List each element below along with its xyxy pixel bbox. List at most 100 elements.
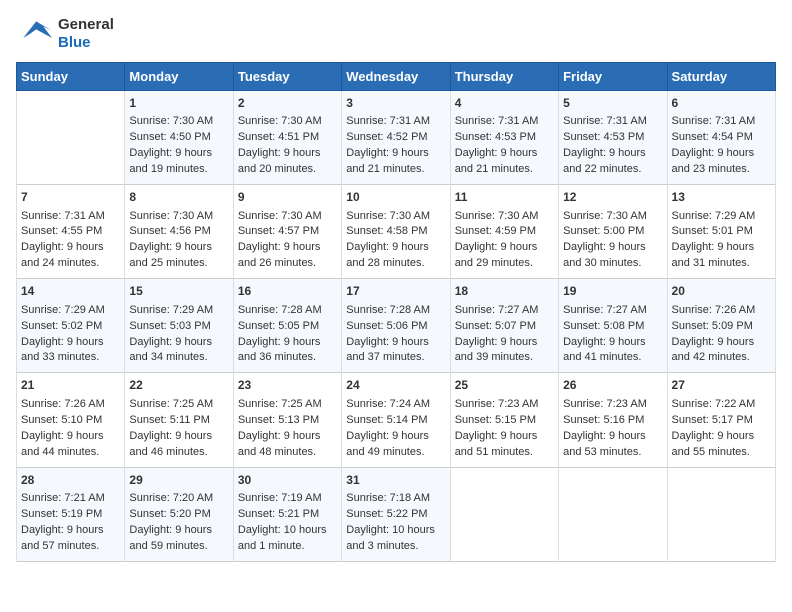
logo-general: General xyxy=(58,16,114,34)
calendar-cell: 9Sunrise: 7:30 AM Sunset: 4:57 PM Daylig… xyxy=(233,185,341,279)
header-day-friday: Friday xyxy=(559,63,667,91)
calendar-cell: 31 Sunrise: 7:18 AM Sunset: 5:22 PM Dayli… xyxy=(342,467,450,561)
logo-blue: Blue xyxy=(58,34,114,52)
day-info: Sunrise: 7:29 AM Sunset: 5:01 PM Dayligh… xyxy=(672,209,771,273)
calendar-cell: 18Sunrise: 7:27 AM Sunset: 5:07 PM Dayli… xyxy=(450,279,558,373)
calendar-cell: 14 Sunrise: 7:29 AM Sunset: 5:02 PM Dayli… xyxy=(17,279,125,373)
logo-icon xyxy=(16,16,52,52)
day-info: Sunrise: 7:19 AM Sunset: 5:21 PM Dayligh… xyxy=(238,491,337,555)
calendar-cell: 8 Sunrise: 7:30 AM Sunset: 4:56 PM Daylig… xyxy=(125,185,233,279)
calendar-cell xyxy=(667,467,775,561)
calendar-cell xyxy=(17,91,125,185)
day-info: Sunrise: 7:24 AM Sunset: 5:14 PM Dayligh… xyxy=(346,397,445,461)
calendar-week-4: 21Sunrise: 7:26 AM Sunset: 5:10 PM Dayli… xyxy=(17,373,776,467)
day-info: Sunrise: 7:29 AM Sunset: 5:03 PM Dayligh… xyxy=(129,303,228,367)
day-number: 3 xyxy=(346,95,445,112)
day-info: Sunrise: 7:28 AM Sunset: 5:06 PM Dayligh… xyxy=(346,303,445,367)
day-info: Sunrise: 7:30 AM Sunset: 4:51 PM Dayligh… xyxy=(238,114,337,178)
calendar-cell: 17 Sunrise: 7:28 AM Sunset: 5:06 PM Dayli… xyxy=(342,279,450,373)
day-number: 20 xyxy=(672,283,771,300)
day-info: Sunrise: 7:31 AM Sunset: 4:55 PM Dayligh… xyxy=(21,209,120,273)
day-number: 10 xyxy=(346,189,445,206)
header-day-sunday: Sunday xyxy=(17,63,125,91)
calendar-cell: 1 Sunrise: 7:30 AM Sunset: 4:50 PM Daylig… xyxy=(125,91,233,185)
day-number: 7 xyxy=(21,189,120,206)
calendar-cell: 15 Sunrise: 7:29 AM Sunset: 5:03 PM Dayli… xyxy=(125,279,233,373)
day-info: Sunrise: 7:23 AM Sunset: 5:16 PM Dayligh… xyxy=(563,397,662,461)
day-number: 24 xyxy=(346,377,445,394)
calendar-cell xyxy=(559,467,667,561)
header-day-monday: Monday xyxy=(125,63,233,91)
calendar-cell: 7 Sunrise: 7:31 AM Sunset: 4:55 PM Daylig… xyxy=(17,185,125,279)
day-number: 4 xyxy=(455,95,554,112)
day-number: 19 xyxy=(563,283,662,300)
day-info: Sunrise: 7:30 AM Sunset: 4:50 PM Dayligh… xyxy=(129,114,228,178)
day-number: 25 xyxy=(455,377,554,394)
day-number: 8 xyxy=(129,189,228,206)
calendar-cell: 21Sunrise: 7:26 AM Sunset: 5:10 PM Dayli… xyxy=(17,373,125,467)
day-info: Sunrise: 7:18 AM Sunset: 5:22 PM Dayligh… xyxy=(346,491,445,555)
day-info: Sunrise: 7:30 AM Sunset: 4:56 PM Dayligh… xyxy=(129,209,228,273)
calendar-cell: 6Sunrise: 7:31 AM Sunset: 4:54 PM Daylig… xyxy=(667,91,775,185)
calendar-week-5: 28 Sunrise: 7:21 AM Sunset: 5:19 PM Dayli… xyxy=(17,467,776,561)
day-number: 28 xyxy=(21,472,120,489)
day-info: Sunrise: 7:30 AM Sunset: 4:59 PM Dayligh… xyxy=(455,209,554,273)
day-number: 17 xyxy=(346,283,445,300)
calendar-cell: 26Sunrise: 7:23 AM Sunset: 5:16 PM Dayli… xyxy=(559,373,667,467)
calendar-week-1: 1 Sunrise: 7:30 AM Sunset: 4:50 PM Daylig… xyxy=(17,91,776,185)
calendar-cell: 10 Sunrise: 7:30 AM Sunset: 4:58 PM Dayli… xyxy=(342,185,450,279)
day-number: 1 xyxy=(129,95,228,112)
day-info: Sunrise: 7:26 AM Sunset: 5:09 PM Dayligh… xyxy=(672,303,771,367)
calendar-cell: 12Sunrise: 7:30 AM Sunset: 5:00 PM Dayli… xyxy=(559,185,667,279)
calendar-cell: 19 Sunrise: 7:27 AM Sunset: 5:08 PM Dayli… xyxy=(559,279,667,373)
header-day-thursday: Thursday xyxy=(450,63,558,91)
calendar-cell: 27 Sunrise: 7:22 AM Sunset: 5:17 PM Dayli… xyxy=(667,373,775,467)
calendar-cell: 13 Sunrise: 7:29 AM Sunset: 5:01 PM Dayli… xyxy=(667,185,775,279)
calendar-cell: 16Sunrise: 7:28 AM Sunset: 5:05 PM Dayli… xyxy=(233,279,341,373)
day-number: 15 xyxy=(129,283,228,300)
day-info: Sunrise: 7:31 AM Sunset: 4:52 PM Dayligh… xyxy=(346,114,445,178)
calendar-cell: 22Sunrise: 7:25 AM Sunset: 5:11 PM Dayli… xyxy=(125,373,233,467)
calendar-cell: 4 Sunrise: 7:31 AM Sunset: 4:53 PM Daylig… xyxy=(450,91,558,185)
day-info: Sunrise: 7:31 AM Sunset: 4:54 PM Dayligh… xyxy=(672,114,771,178)
day-number: 31 xyxy=(346,472,445,489)
logo: General Blue xyxy=(16,16,114,52)
day-info: Sunrise: 7:23 AM Sunset: 5:15 PM Dayligh… xyxy=(455,397,554,461)
calendar-week-3: 14 Sunrise: 7:29 AM Sunset: 5:02 PM Dayli… xyxy=(17,279,776,373)
day-number: 14 xyxy=(21,283,120,300)
calendar-cell: 24 Sunrise: 7:24 AM Sunset: 5:14 PM Dayli… xyxy=(342,373,450,467)
calendar-cell: 23 Sunrise: 7:25 AM Sunset: 5:13 PM Dayli… xyxy=(233,373,341,467)
header-day-wednesday: Wednesday xyxy=(342,63,450,91)
day-info: Sunrise: 7:30 AM Sunset: 4:58 PM Dayligh… xyxy=(346,209,445,273)
calendar-cell: 30Sunrise: 7:19 AM Sunset: 5:21 PM Dayli… xyxy=(233,467,341,561)
calendar-cell: 28 Sunrise: 7:21 AM Sunset: 5:19 PM Dayli… xyxy=(17,467,125,561)
day-number: 23 xyxy=(238,377,337,394)
day-number: 2 xyxy=(238,95,337,112)
day-number: 27 xyxy=(672,377,771,394)
day-number: 16 xyxy=(238,283,337,300)
calendar-header: SundayMondayTuesdayWednesdayThursdayFrid… xyxy=(17,63,776,91)
day-info: Sunrise: 7:27 AM Sunset: 5:08 PM Dayligh… xyxy=(563,303,662,367)
header-day-saturday: Saturday xyxy=(667,63,775,91)
day-number: 11 xyxy=(455,189,554,206)
calendar-cell: 29Sunrise: 7:20 AM Sunset: 5:20 PM Dayli… xyxy=(125,467,233,561)
day-info: Sunrise: 7:30 AM Sunset: 4:57 PM Dayligh… xyxy=(238,209,337,273)
day-number: 13 xyxy=(672,189,771,206)
day-number: 5 xyxy=(563,95,662,112)
day-info: Sunrise: 7:25 AM Sunset: 5:13 PM Dayligh… xyxy=(238,397,337,461)
day-number: 21 xyxy=(21,377,120,394)
calendar-week-2: 7 Sunrise: 7:31 AM Sunset: 4:55 PM Daylig… xyxy=(17,185,776,279)
calendar-table: SundayMondayTuesdayWednesdayThursdayFrid… xyxy=(16,62,776,562)
calendar-cell: 11 Sunrise: 7:30 AM Sunset: 4:59 PM Dayli… xyxy=(450,185,558,279)
day-number: 12 xyxy=(563,189,662,206)
day-number: 22 xyxy=(129,377,228,394)
day-info: Sunrise: 7:29 AM Sunset: 5:02 PM Dayligh… xyxy=(21,303,120,367)
calendar-cell: 20 Sunrise: 7:26 AM Sunset: 5:09 PM Dayli… xyxy=(667,279,775,373)
page-header: General Blue xyxy=(16,16,776,52)
day-info: Sunrise: 7:21 AM Sunset: 5:19 PM Dayligh… xyxy=(21,491,120,555)
day-info: Sunrise: 7:31 AM Sunset: 4:53 PM Dayligh… xyxy=(455,114,554,178)
calendar-cell: 25 Sunrise: 7:23 AM Sunset: 5:15 PM Dayli… xyxy=(450,373,558,467)
header-day-tuesday: Tuesday xyxy=(233,63,341,91)
day-info: Sunrise: 7:22 AM Sunset: 5:17 PM Dayligh… xyxy=(672,397,771,461)
calendar-cell: 3 Sunrise: 7:31 AM Sunset: 4:52 PM Daylig… xyxy=(342,91,450,185)
